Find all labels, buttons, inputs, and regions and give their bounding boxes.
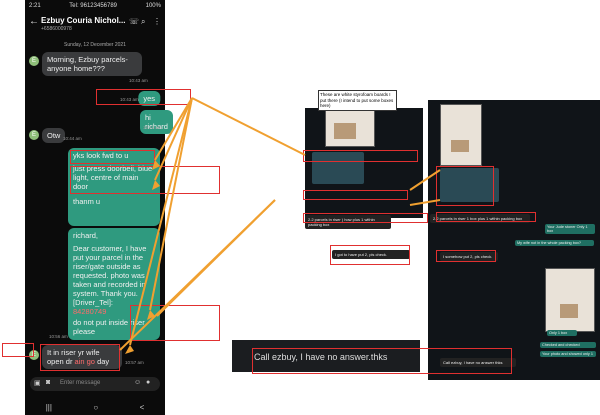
highlight-box (40, 344, 120, 371)
highlight-box (2, 343, 34, 357)
status-time: 2:21 (29, 3, 41, 9)
message-time: 10:43 am (129, 78, 148, 83)
highlight-box (303, 213, 428, 223)
battery-level: 100% (145, 3, 161, 9)
mic-icon[interactable]: ● (146, 379, 150, 386)
message-time: 10:56 am (49, 334, 68, 339)
chat-bubble: Your photo and showed only 1 (540, 351, 596, 357)
photo-thumbnail (545, 268, 595, 332)
highlight-box (303, 150, 418, 162)
chat-bubble: Checked and checked (540, 342, 596, 348)
camera-icon[interactable]: ◙ (46, 379, 50, 386)
chat-bubble: My wife not in the whole packing box? (515, 240, 594, 246)
highlight-box (436, 166, 494, 206)
conversation-header: ← Ezbuy Couria Nichol... +6586000978 ☏ ⌕… (25, 12, 165, 38)
highlight-box (130, 305, 220, 341)
message-line: Dear customer, I have put your parcel in… (73, 244, 147, 307)
message-line: thanm u (73, 197, 101, 206)
recents-button[interactable]: ||| (46, 403, 52, 412)
message-input[interactable]: Enter message (60, 380, 100, 386)
emoji-icon[interactable]: ☺ (134, 379, 141, 386)
phone-icon[interactable]: ☏ (129, 17, 139, 26)
chat-bubble: Only 1 box (547, 330, 577, 336)
message-out: hi richard (140, 110, 173, 134)
status-info: Tel: 96123456789 (69, 3, 118, 9)
contact-number: +6586000978 (41, 26, 72, 32)
avatar: E (29, 56, 39, 66)
navigation-bar: ||| ○ < (25, 400, 165, 415)
message-time: 10:44 am (143, 125, 162, 130)
message-line: richard, (73, 231, 99, 240)
highlight-box (96, 89, 191, 105)
highlight-box (70, 150, 155, 164)
chat-bubble: Your Jude stoner Only 1 box (545, 224, 595, 234)
gallery-icon[interactable]: ▣ (34, 379, 41, 387)
message-in: Otw (42, 128, 66, 143)
photo-thumbnail (325, 110, 375, 147)
date-divider: Sunday, 12 December 2021 (64, 42, 126, 48)
contact-name: Ezbuy Couria Nichol... (41, 16, 126, 25)
more-icon[interactable]: ⋮ (153, 17, 161, 26)
highlight-box (70, 166, 220, 194)
search-icon[interactable]: ⌕ (141, 17, 145, 27)
highlight-box (252, 348, 512, 374)
avatar: E (29, 130, 39, 140)
highlight-box (303, 190, 408, 200)
annotation-note: These are white styrofoam boards I put t… (318, 90, 397, 111)
highlight-box (436, 250, 496, 262)
home-button[interactable]: ○ (93, 403, 98, 412)
message-input-bar[interactable]: ▣ ◙ Enter message ☺ ● (30, 377, 160, 391)
photo-thumbnail (440, 104, 482, 166)
status-bar: 2:21 Tel: 96123456789 100% (29, 3, 161, 9)
message-in: Morning, Ezbuy parcels-anyone home??? (42, 52, 142, 76)
back-arrow-icon[interactable]: ← (29, 16, 39, 27)
message-time: 10:44 am (63, 136, 82, 141)
highlight-box (330, 245, 410, 265)
highlight-box (436, 212, 536, 222)
back-button[interactable]: < (140, 403, 145, 412)
message-time: 10:57 am (125, 360, 144, 365)
